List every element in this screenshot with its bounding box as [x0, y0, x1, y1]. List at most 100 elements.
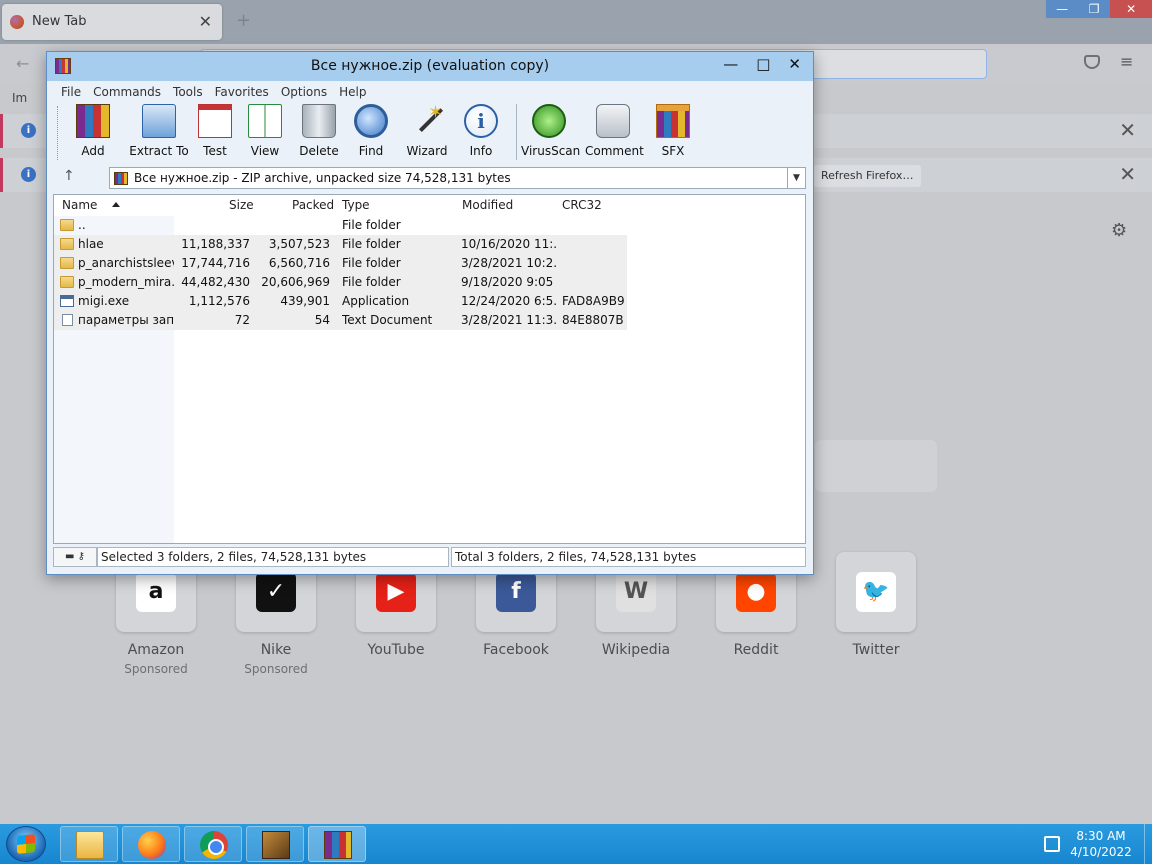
- extract-to-button[interactable]: Extract To: [121, 104, 197, 158]
- taskbar-firefox[interactable]: [122, 826, 180, 862]
- column-header-type[interactable]: Type: [342, 195, 370, 216]
- shortcut-tile-twitter[interactable]: 🐦: [836, 552, 916, 632]
- file-modified: 3/28/2021 11:3...: [461, 313, 557, 327]
- file-modified: 10/16/2020 11:...: [461, 237, 557, 251]
- view-icon: [248, 104, 282, 138]
- file-name: p_anarchistsleev...: [78, 256, 174, 270]
- firefox-tab-bar: New Tab ✕ + — ❐ ✕: [0, 0, 1152, 44]
- file-list[interactable]: Name Size Packed Type Modified CRC32 .. F…: [53, 194, 806, 544]
- file-row[interactable]: параметры зап... 72 54 Text Document 3/28/20…: [54, 311, 627, 330]
- column-header-packed[interactable]: Packed: [292, 195, 334, 216]
- refresh-firefox-button[interactable]: Refresh Firefox…: [813, 165, 922, 187]
- path-combobox[interactable]: Все нужное.zip - ZIP archive, unpacked s…: [109, 167, 806, 189]
- up-folder-icon[interactable]: ↑: [63, 168, 75, 184]
- close-notification-icon[interactable]: ✕: [1119, 118, 1136, 142]
- comment-button[interactable]: Comment: [585, 104, 644, 158]
- taskbar-chrome[interactable]: [184, 826, 242, 862]
- view-button[interactable]: View: [241, 104, 289, 158]
- file-row[interactable]: .. File folder: [54, 216, 627, 235]
- taskbar-counter-strike[interactable]: [246, 826, 304, 862]
- network-icon[interactable]: [1044, 836, 1060, 852]
- back-arrow-icon[interactable]: ←: [16, 54, 29, 73]
- file-row[interactable]: p_anarchistsleev... 17,744,716 6,560,716 Fi…: [54, 254, 627, 273]
- close-notification-icon[interactable]: ✕: [1119, 162, 1136, 186]
- file-crc32: 84E8807B: [562, 313, 624, 327]
- firefox-tab-new-tab[interactable]: New Tab ✕: [2, 4, 222, 40]
- info-button[interactable]: i Info: [461, 104, 501, 158]
- file-crc32: FAD8A9B9: [562, 294, 625, 308]
- menu-bar: File Commands Tools Favorites Options He…: [55, 82, 372, 102]
- find-button[interactable]: Find: [349, 104, 393, 158]
- nike-icon: ✓: [256, 572, 296, 612]
- file-name: ..: [78, 218, 86, 232]
- column-header-modified[interactable]: Modified: [462, 195, 513, 216]
- menu-help[interactable]: Help: [333, 82, 372, 102]
- comment-icon: [596, 104, 630, 138]
- menu-commands[interactable]: Commands: [87, 82, 167, 102]
- file-row[interactable]: hlae 11,188,337 3,507,523 File folder 10/16/…: [54, 235, 627, 254]
- clock-date: 4/10/2022: [1070, 845, 1132, 859]
- extract-icon: [142, 104, 176, 138]
- sort-ascending-icon: [112, 202, 120, 207]
- sfx-button[interactable]: SFX: [651, 104, 695, 158]
- column-header-name[interactable]: Name: [62, 195, 97, 216]
- shortcut-label: Reddit: [733, 642, 779, 658]
- minimize-icon[interactable]: —: [1046, 0, 1078, 18]
- chevron-down-icon[interactable]: ▼: [787, 168, 805, 188]
- wizard-button[interactable]: Wizard: [403, 102, 451, 158]
- file-row[interactable]: migi.exe 1,112,576 439,901 Application 12/24…: [54, 292, 627, 311]
- menu-favorites[interactable]: Favorites: [209, 82, 275, 102]
- maximize-icon[interactable]: □: [756, 55, 770, 73]
- start-button[interactable]: [6, 826, 46, 862]
- taskbar: 8:30 AM 4/10/2022: [0, 824, 1152, 864]
- hamburger-menu-icon[interactable]: ≡: [1120, 52, 1133, 71]
- application-icon: [60, 295, 74, 307]
- clock[interactable]: 8:30 AM 4/10/2022: [1066, 828, 1136, 860]
- shortcut-label: Wikipedia: [601, 642, 671, 658]
- file-type: File folder: [342, 275, 401, 289]
- tab-close-icon[interactable]: ✕: [199, 12, 212, 31]
- virusscan-button[interactable]: VirusScan: [521, 104, 580, 158]
- menu-file[interactable]: File: [55, 82, 87, 102]
- menu-tools[interactable]: Tools: [167, 82, 209, 102]
- column-header-crc32[interactable]: CRC32: [562, 195, 602, 216]
- toolbar-gripper[interactable]: [57, 106, 60, 160]
- import-bookmarks-link[interactable]: Im: [12, 91, 27, 105]
- winrar-title-bar[interactable]: Все нужное.zip (evaluation copy) — □ ✕: [47, 52, 813, 81]
- file-name: hlae: [78, 237, 104, 251]
- file-type: Text Document: [342, 313, 433, 327]
- settings-gear-icon[interactable]: ⚙: [1111, 220, 1127, 241]
- test-icon: [198, 104, 232, 138]
- close-window-icon[interactable]: ✕: [788, 55, 801, 73]
- add-icon: [76, 104, 110, 138]
- path-bar: ↑ Все нужное.zip - ZIP archive, unpacked…: [55, 166, 806, 190]
- file-type: File folder: [342, 256, 401, 270]
- info-icon: i: [21, 123, 36, 138]
- sponsored-label: Sponsored: [124, 662, 188, 676]
- pocket-icon[interactable]: [1084, 55, 1100, 69]
- drive-icon[interactable]: ▬ ⚷: [53, 547, 97, 567]
- menu-options[interactable]: Options: [275, 82, 333, 102]
- add-button[interactable]: Add: [71, 104, 115, 158]
- search-box[interactable]: [815, 440, 937, 492]
- taskbar-winrar[interactable]: [308, 826, 366, 862]
- windows-logo-icon: [17, 834, 35, 854]
- shortcut-label: YouTube: [367, 642, 425, 658]
- shortcut-label: Nike: [260, 642, 292, 658]
- column-header-size[interactable]: Size: [229, 195, 254, 216]
- minimize-icon[interactable]: —: [723, 55, 738, 73]
- file-row[interactable]: p_modern_mira... 44,482,430 20,606,969 File…: [54, 273, 627, 292]
- wikipedia-icon: W: [616, 572, 656, 612]
- firefox-icon: [10, 15, 24, 29]
- new-tab-plus-icon[interactable]: +: [236, 10, 251, 31]
- delete-button[interactable]: Delete: [295, 104, 343, 158]
- taskbar-explorer[interactable]: [60, 826, 118, 862]
- find-icon: [354, 104, 388, 138]
- show-desktop-button[interactable]: [1144, 824, 1152, 864]
- folder-icon: [60, 257, 74, 269]
- test-button[interactable]: Test: [191, 104, 239, 158]
- path-text: Все нужное.zip - ZIP archive, unpacked s…: [134, 171, 511, 185]
- close-window-icon[interactable]: ✕: [1110, 0, 1152, 18]
- restore-icon[interactable]: ❐: [1078, 0, 1110, 18]
- sponsored-label: Sponsored: [244, 662, 308, 676]
